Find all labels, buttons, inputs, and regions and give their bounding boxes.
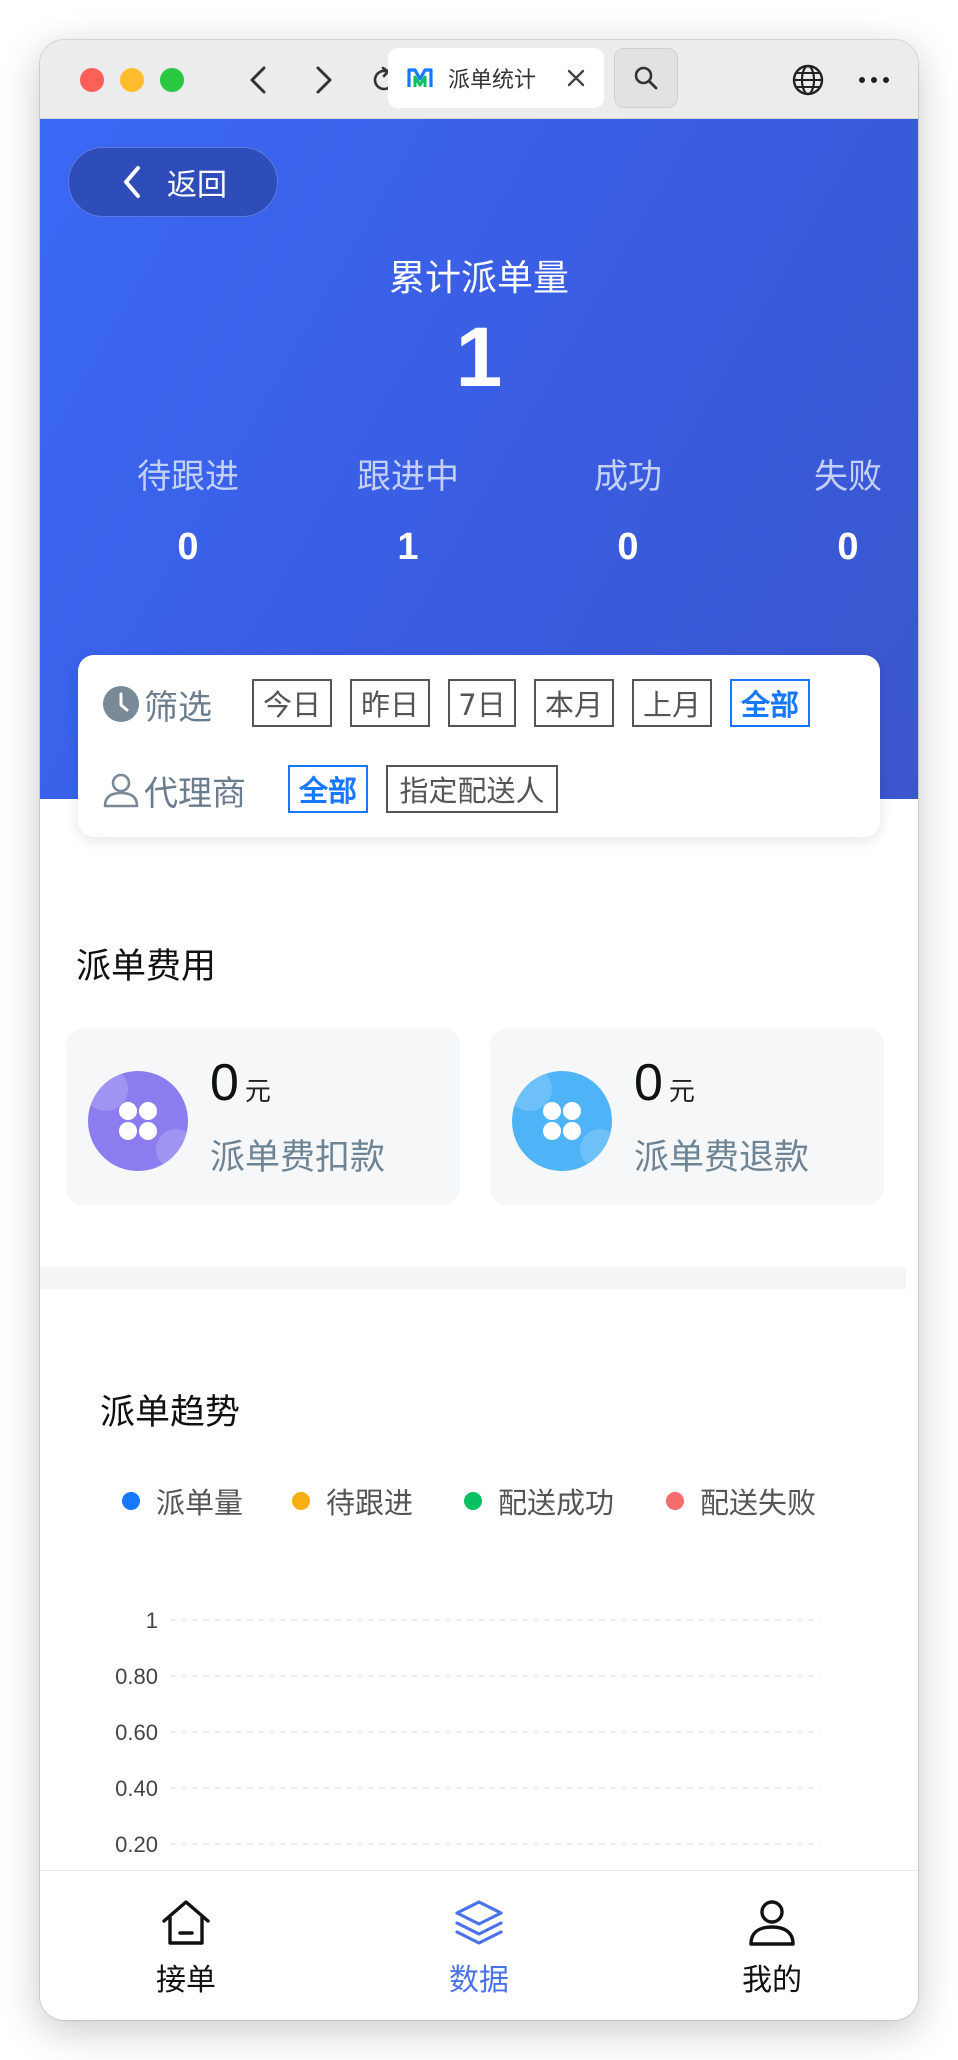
bottom-tab-bar: 接单 数据 我的 [40,1870,918,2020]
layers-icon [455,1900,503,1945]
chip-all-time[interactable]: 全部 [730,679,810,727]
user-outline-icon [103,773,139,808]
y-tick-label: 0.40 [115,1776,158,1801]
stat-value: 0 [837,526,859,568]
fee-label: 派单费退款 [634,1138,810,1178]
time-filter-label: 筛选 [144,687,212,728]
stat-failed: 失败 0 [738,449,918,569]
tab-label: 数据 [449,1963,509,1998]
chevron-left-icon [124,166,140,198]
minimize-window-button[interactable] [120,68,144,92]
site-logo-icon [407,68,433,87]
trend-section-title: 派单趋势 [100,1393,241,1433]
legend-item-failed[interactable]: 配送失败 [666,1480,816,1522]
chip-assigned-courier[interactable]: 指定配送人 [386,765,558,813]
fee-card-deduction[interactable]: 0元 派单费扣款 [66,1029,460,1205]
tab-orders[interactable]: 接单 [86,1899,286,1999]
stat-value: 0 [177,526,199,568]
more-options-button[interactable] [852,58,896,102]
globe-icon [792,64,824,96]
legend-item-orders[interactable]: 派单量 [122,1480,243,1522]
stat-label: 跟进中 [357,457,459,497]
chart-legend: 派单量 待跟进 配送成功 配送失败 [40,1480,918,1520]
tab-label: 我的 [742,1963,802,1998]
chip-last-month[interactable]: 上月 [632,679,712,727]
stat-label: 成功 [594,457,662,497]
agent-filter-row: 代理商 [102,765,246,815]
fee-amount: 0元 [634,1054,695,1112]
search-button[interactable] [614,48,678,108]
close-tab-icon[interactable] [564,66,588,90]
stat-in-progress: 跟进中 1 [298,449,518,569]
stat-value: 1 [397,526,419,568]
fee-amount: 0元 [210,1054,271,1112]
chip-7days[interactable]: 7日 [448,679,516,727]
user-icon [749,1900,795,1946]
tab-data[interactable]: 数据 [379,1899,579,1999]
clover-icon [512,1071,612,1171]
fees-section-title: 派单费用 [76,947,217,987]
search-icon [634,66,658,90]
chip-today[interactable]: 今日 [252,679,332,727]
chevron-left-icon [250,66,266,94]
browser-tab[interactable]: 派单统计 [388,48,604,108]
tab-mine[interactable]: 我的 [672,1899,872,1999]
legend-dot [464,1492,482,1510]
legend-dot [666,1492,684,1510]
stat-pending: 待跟进 0 [78,449,298,569]
clock-icon [103,686,139,722]
legend-item-pending[interactable]: 待跟进 [292,1480,413,1522]
forward-nav-button[interactable] [302,58,346,102]
total-orders-value: 1 [455,310,503,404]
section-divider [40,1267,906,1289]
clover-icon [88,1071,188,1171]
chevron-right-icon [316,66,332,94]
total-orders-title: 累计派单量 [388,258,569,299]
y-tick-label: 1 [146,1608,158,1633]
fee-label: 派单费扣款 [210,1138,386,1178]
chip-yesterday[interactable]: 昨日 [350,679,430,727]
stat-success: 成功 0 [518,449,738,569]
close-window-button[interactable] [80,68,104,92]
language-button[interactable] [786,58,830,102]
y-tick-label: 0.80 [115,1664,158,1689]
more-horizontal-icon [859,77,889,83]
back-nav-button[interactable] [236,58,280,102]
browser-toolbar: 派单统计 [40,40,918,119]
fee-card-refund[interactable]: 0元 派单费退款 [490,1029,884,1205]
tab-title: 派单统计 [448,68,537,93]
stat-value: 0 [617,526,639,568]
maximize-window-button[interactable] [160,68,184,92]
trend-chart: 1 0.80 0.60 0.40 0.20 [115,1608,820,1857]
tab-label: 接单 [156,1963,216,1998]
chip-agent-all[interactable]: 全部 [288,765,368,813]
filter-card: 筛选 今日 昨日 7日 本月 上月 全部 代理商 全部 指定配送人 [78,655,880,837]
chip-this-month[interactable]: 本月 [534,679,614,727]
legend-item-success[interactable]: 配送成功 [464,1480,614,1522]
y-tick-label: 0.60 [115,1720,158,1745]
stat-label: 失败 [814,457,882,497]
y-tick-label: 0.20 [115,1832,158,1857]
back-button[interactable]: 返回 [68,147,278,217]
stat-label: 待跟进 [137,457,239,497]
time-filter-row: 筛选 [102,679,212,729]
legend-dot [292,1492,310,1510]
back-button-label: 返回 [167,168,227,203]
legend-dot [122,1492,140,1510]
home-icon [162,1900,210,1945]
browser-window: 派单统计 返回 累计派单量 1 待跟进 0 跟进中 1 成功 0 失败 0 筛选… [40,40,918,2020]
agent-filter-label: 代理商 [144,773,246,814]
